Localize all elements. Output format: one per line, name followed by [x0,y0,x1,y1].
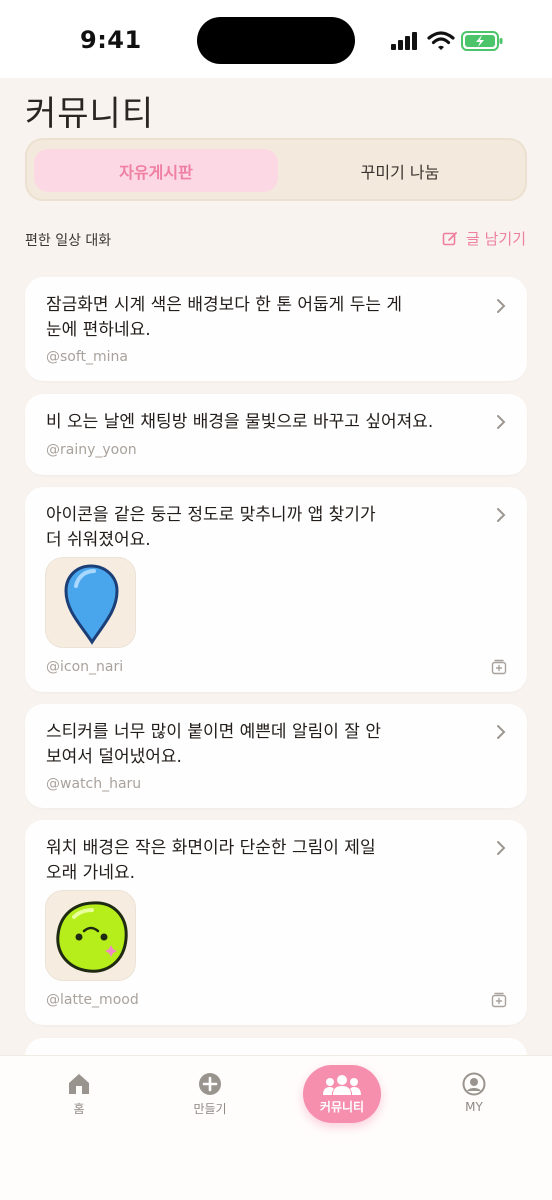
people-icon [323,1074,361,1095]
green-face-icon [56,901,128,973]
battery-icon [461,31,503,51]
tab-community[interactable]: 커뮤니티 [303,1065,381,1123]
chevron-right-icon [497,841,506,855]
post-line: 스티커를 너무 많이 붙이면 예쁜데 알림이 잘 안 [46,722,381,742]
post-card[interactable]: 아이콘을 같은 둥근 정도로 맞추니까 앱 찾기가 더 쉬워졌어요. @icon… [25,487,527,692]
signal-icon [391,32,417,50]
post-author: @watch_haru [46,776,142,792]
tab-free-board[interactable]: 자유게시판 [34,149,278,192]
home-icon [69,1074,89,1094]
chevron-right-icon [497,299,506,313]
tab-home-label: 홈 [73,1102,85,1116]
write-post-label: 글 남기기 [466,230,526,248]
status-bar: 9:41 [0,0,552,78]
post-text: 비 오는 날엔 채팅방 배경을 물빛으로 바꾸고 싶어져요. [46,410,486,435]
post-author: @latte_mood [46,992,139,1008]
status-time: 9:41 [80,26,142,54]
board-segmented-control: 자유게시판 꾸미기 나눔 [25,138,527,201]
post-card[interactable]: 워치 배경은 작은 화면이라 단순한 그림이 제일 오래 가네요. @latte… [25,820,527,1025]
blue-drop-icon [64,564,119,645]
post-line: 아이콘을 같은 둥근 정도로 맞추니까 앱 찾기가 [46,505,376,525]
dynamic-island [197,17,355,64]
tab-my[interactable]: MY [429,1072,519,1114]
post-card[interactable]: 잠금화면 시계 색은 배경보다 한 톤 어둡게 두는 게 눈에 편하네요. @s… [25,277,527,381]
post-text: 스티커를 너무 많이 붙이면 예쁜데 알림이 잘 안 보여서 덜어냈어요. [46,720,446,770]
chevron-right-icon [497,725,506,739]
chevron-right-icon [497,415,506,429]
post-line: 오래 가네요. [46,863,136,883]
post-author: @soft_mina [46,349,129,365]
post-card[interactable]: 비 오는 날엔 채팅방 배경을 물빛으로 바꾸고 싶어져요. @rainy_yo… [25,394,527,475]
tab-my-label: MY [465,1100,483,1114]
post-author: @rainy_yoon [46,442,137,458]
post-line: 잠금화면 시계 색은 배경보다 한 톤 어둡게 두는 게 [46,295,403,315]
chevron-right-icon [497,508,506,522]
page-title: 커뮤니티 [25,94,155,134]
save-to-collection-icon[interactable] [491,659,507,675]
profile-icon [462,1072,486,1096]
edit-icon [442,231,457,245]
post-image-green-face[interactable] [45,890,136,981]
post-author: @icon_nari [46,659,124,675]
post-image-blue-drop[interactable] [45,557,136,648]
post-line: 더 쉬워졌어요. [46,530,151,550]
post-card[interactable]: 스티커를 너무 많이 붙이면 예쁜데 알림이 잘 안 보여서 덜어냈어요. @w… [25,704,527,808]
section-label: 편한 일상 대화 [25,233,112,249]
bottom-tab-bar: 홈 만들기 커뮤니티 MY [0,1055,552,1200]
post-line: 보여서 덜어냈어요. [46,747,182,767]
post-line: 눈에 편하네요. [46,320,151,340]
post-text: 잠금화면 시계 색은 배경보다 한 톤 어둡게 두는 게 눈에 편하네요. [46,293,446,343]
post-line: 비 오는 날엔 채팅방 배경을 물빛으로 바꾸고 싶어져요. [46,412,434,432]
plus-circle-icon [199,1073,221,1095]
post-line: 워치 배경은 작은 화면이라 단순한 그림이 제일 [46,838,376,858]
tab-create-label: 만들기 [193,1102,227,1116]
tab-create[interactable]: 만들기 [165,1072,255,1117]
wifi-icon [427,31,455,50]
tab-community-label: 커뮤니티 [319,1099,365,1114]
tab-home[interactable]: 홈 [34,1072,124,1117]
write-post-button[interactable]: 글 남기기 [442,228,526,249]
save-to-collection-icon[interactable] [491,992,507,1008]
post-text: 아이콘을 같은 둥근 정도로 맞추니까 앱 찾기가 더 쉬워졌어요. [46,503,446,553]
post-text: 워치 배경은 작은 화면이라 단순한 그림이 제일 오래 가네요. [46,836,446,886]
tab-decor-share[interactable]: 꾸미기 나눔 [277,149,523,192]
